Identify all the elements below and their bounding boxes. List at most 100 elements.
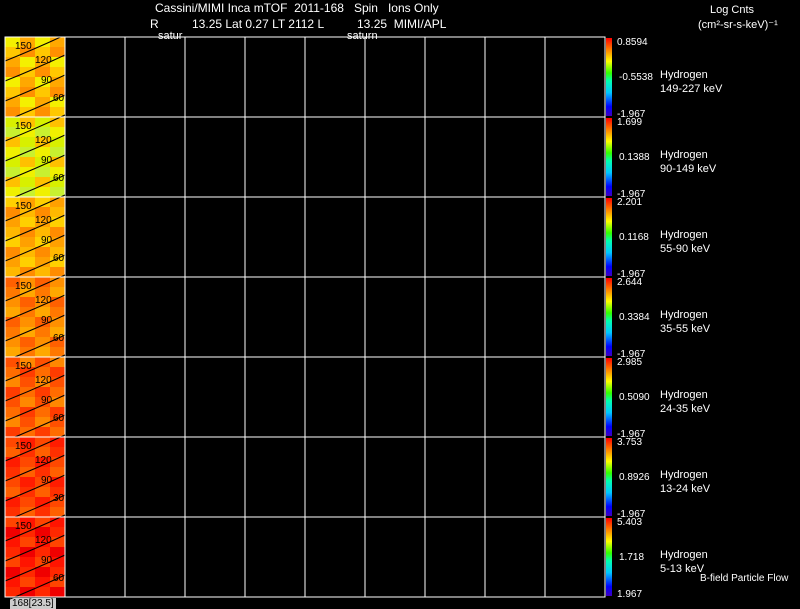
heatmap-cell bbox=[20, 407, 36, 418]
heatmap-cell bbox=[20, 577, 36, 588]
species-label: Hydrogen bbox=[660, 149, 708, 161]
heatmap-cell bbox=[20, 507, 36, 518]
heatmap-cell bbox=[35, 407, 51, 418]
heatmap-cell bbox=[5, 417, 21, 428]
heatmap-cell bbox=[20, 327, 36, 338]
heatmap-cell bbox=[35, 187, 51, 198]
heatmap-cell bbox=[5, 57, 21, 68]
species-label: Hydrogen bbox=[660, 469, 708, 481]
contour-label: 90 bbox=[41, 555, 53, 566]
energy-label: 149-227 keV bbox=[660, 83, 723, 95]
energy-label: 35-55 keV bbox=[660, 323, 711, 335]
heatmap-cell bbox=[5, 297, 21, 308]
colorbar bbox=[606, 38, 612, 116]
colorbar bbox=[606, 518, 612, 596]
heatmap-cell bbox=[5, 337, 21, 348]
contour-label: 120 bbox=[35, 215, 52, 226]
heatmap-cell bbox=[5, 137, 21, 148]
heatmap-cell bbox=[20, 547, 36, 558]
contour-label: 120 bbox=[35, 295, 52, 306]
species-label: Hydrogen bbox=[660, 309, 708, 321]
contour-label: 30 bbox=[53, 493, 65, 504]
heatmap-cell bbox=[20, 537, 36, 548]
heatmap-cell bbox=[20, 387, 36, 398]
heatmap-cell bbox=[20, 477, 36, 488]
heatmap-cell bbox=[5, 257, 21, 268]
species-label: Hydrogen bbox=[660, 389, 708, 401]
heatmap-cell bbox=[5, 177, 21, 188]
heatmap-cell bbox=[35, 427, 51, 438]
heatmap-cell bbox=[20, 497, 36, 508]
contour-label: 150 bbox=[15, 521, 32, 532]
heatmap-cell bbox=[20, 417, 36, 428]
heatmap-cell bbox=[20, 147, 36, 158]
energy-label: 5-13 keV bbox=[660, 563, 705, 575]
heatmap-cell bbox=[5, 497, 21, 508]
colorbar bbox=[606, 358, 612, 436]
contour-label: 150 bbox=[15, 361, 32, 372]
heatmap-cell bbox=[35, 587, 51, 598]
colorbar-mid-label: 0.3384 bbox=[619, 312, 650, 323]
heatmap-cell bbox=[5, 457, 21, 468]
heatmap-cell bbox=[20, 137, 36, 148]
contour-label: 60 bbox=[53, 413, 65, 424]
panel-6: 15012090303.7530.8926-1.967Hydrogen13-24… bbox=[4, 434, 711, 522]
heatmap-cell bbox=[5, 577, 21, 588]
contour-label: 120 bbox=[35, 455, 52, 466]
panel-3: 15012090602.2010.1168-1.967Hydrogen55-90… bbox=[4, 194, 711, 282]
energy-label: 55-90 keV bbox=[660, 243, 711, 255]
spectrogram-chart: 15012090600.8594-0.5538-1.967Hydrogen149… bbox=[4, 34, 723, 602]
heatmap-cell bbox=[20, 227, 36, 238]
species-label: Hydrogen bbox=[660, 229, 708, 241]
heatmap-cell bbox=[5, 537, 21, 548]
colorbar bbox=[606, 118, 612, 196]
contour-label: 120 bbox=[35, 135, 52, 146]
heatmap-cell bbox=[35, 347, 51, 358]
contour-label: 60 bbox=[53, 253, 65, 264]
heatmap-cell bbox=[20, 177, 36, 188]
contour-label: 150 bbox=[15, 121, 32, 132]
heatmap-cell bbox=[20, 167, 36, 178]
heatmap-cell bbox=[20, 347, 36, 358]
colorbar-mid-label: 0.1388 bbox=[619, 152, 650, 163]
colorbar-max-label: 2.201 bbox=[617, 197, 642, 208]
colorbar-mid-label: 0.1168 bbox=[619, 232, 649, 243]
colorbar bbox=[606, 198, 612, 276]
colorbar bbox=[606, 438, 612, 516]
heatmap-cell bbox=[20, 377, 36, 388]
heatmap-cell bbox=[20, 257, 36, 268]
heatmap-cell bbox=[20, 267, 36, 278]
heatmap-cell bbox=[35, 487, 51, 498]
heatmap-cell bbox=[35, 567, 51, 578]
energy-label: 13-24 keV bbox=[660, 483, 711, 495]
heatmap-cell bbox=[20, 587, 36, 598]
heatmap-cell bbox=[20, 297, 36, 308]
colorbar bbox=[606, 278, 612, 356]
heatmap-cell bbox=[5, 77, 21, 88]
contour-label: 90 bbox=[41, 315, 53, 326]
colorbar-mid-label: -0.5538 bbox=[619, 72, 653, 83]
heatmap-cell bbox=[20, 397, 36, 408]
heatmap-cell bbox=[35, 327, 51, 338]
heatmap-cell bbox=[20, 427, 36, 438]
heatmap-cell bbox=[35, 107, 51, 118]
contour-label: 120 bbox=[35, 535, 52, 546]
heatmap-cell bbox=[20, 317, 36, 328]
contour-label: 150 bbox=[15, 441, 32, 452]
heatmap-cell bbox=[35, 87, 51, 98]
heatmap-cell bbox=[5, 557, 21, 568]
heatmap-cell bbox=[5, 397, 21, 408]
contour-label: 90 bbox=[41, 235, 53, 246]
heatmap-cell bbox=[20, 67, 36, 78]
contour-label: 90 bbox=[41, 155, 53, 166]
heatmap-cell bbox=[5, 317, 21, 328]
heatmap-cell bbox=[20, 187, 36, 198]
heatmap-cell bbox=[5, 97, 21, 108]
heatmap-cell bbox=[5, 217, 21, 228]
contour-label: 90 bbox=[41, 395, 53, 406]
colorbar-max-label: 3.753 bbox=[617, 437, 642, 448]
heatmap-cell bbox=[20, 57, 36, 68]
contour-label: 90 bbox=[41, 75, 53, 86]
heatmap-cell bbox=[35, 247, 51, 258]
panel-1: 15012090600.8594-0.5538-1.967Hydrogen149… bbox=[4, 34, 723, 122]
